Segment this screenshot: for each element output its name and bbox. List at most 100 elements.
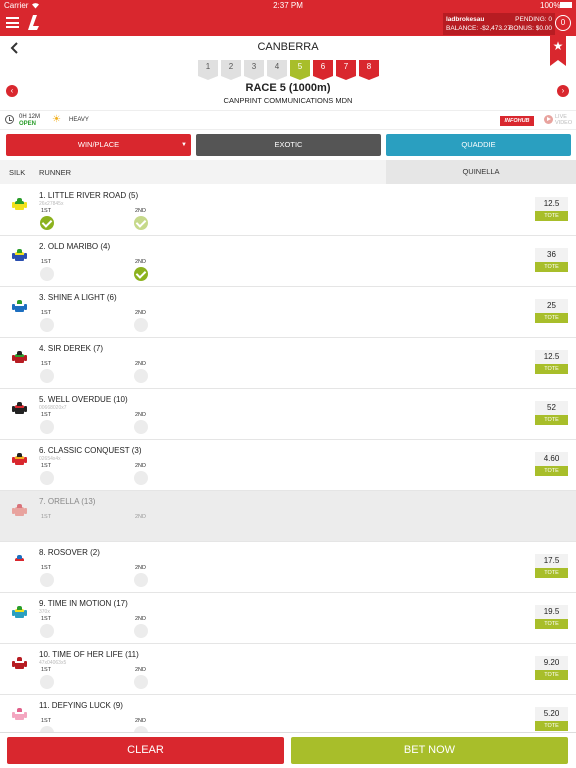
next-race-arrow-icon[interactable]: › (557, 85, 569, 97)
ladbrokes-logo-icon[interactable] (25, 14, 41, 32)
odds-button[interactable]: 19.5 TOTE (535, 605, 568, 630)
second-label: 2ND (135, 412, 147, 418)
odds-value: 12.5 (535, 350, 568, 364)
second-place-checkbox[interactable] (134, 420, 148, 434)
second-place-checkbox[interactable] (134, 267, 148, 281)
runner-row[interactable]: 9. TIME IN MOTION (17) 370x 1ST 2ND 19.5 TOTE (0, 593, 576, 644)
hamburger-menu-icon[interactable] (6, 17, 19, 28)
first-place-checkbox[interactable] (40, 216, 54, 230)
jockey-silk-icon (12, 657, 27, 670)
table-header: SILK RUNNER QUINELLA (0, 160, 576, 184)
odds-button[interactable]: 25 TOTE (535, 299, 568, 324)
second-place-checkbox[interactable] (134, 624, 148, 638)
race-subtitle: CANPRINT COMMUNICATIONS MDN (223, 96, 353, 105)
odds-button[interactable]: 5.20 TOTE (535, 707, 568, 732)
betslip-count-button[interactable]: 0 (555, 15, 571, 31)
odds-button[interactable]: 12.5 TOTE (535, 350, 568, 375)
first-label: 1ST (41, 514, 52, 520)
bet-now-button[interactable]: BET NOW (291, 737, 568, 764)
race-tab-2[interactable]: 2 (221, 60, 241, 80)
win-place-tab[interactable]: WIN/PLACE ▼ (6, 134, 191, 156)
quaddie-tab[interactable]: QUADDIE (386, 134, 571, 156)
tote-label: TOTE (535, 670, 568, 680)
race-tab-3[interactable]: 3 (244, 60, 264, 80)
jockey-silk-icon (12, 453, 27, 466)
race-tab-4[interactable]: 4 (267, 60, 287, 80)
tote-label: TOTE (535, 568, 568, 578)
play-video-icon[interactable] (544, 115, 553, 124)
jockey-silk-icon (12, 708, 27, 721)
odds-value: 25 (535, 299, 568, 313)
first-label: 1ST (41, 361, 52, 367)
runner-name: 7. ORELLA (13) (39, 497, 96, 506)
odds-value: 17.5 (535, 554, 568, 568)
second-place-checkbox[interactable] (134, 522, 148, 536)
dropdown-caret-icon: ▼ (181, 142, 187, 148)
race-tab-6[interactable]: 6 (313, 60, 333, 80)
runner-row[interactable]: 4. SIR DEREK (7) 1ST 2ND 12.5 TOTE (0, 338, 576, 389)
odds-value: 9.20 (535, 656, 568, 670)
odds-value: 52 (535, 401, 568, 415)
status-bar: Carrier 2:37 PM 100% (0, 0, 576, 12)
runner-row[interactable]: 10. TIME OF HER LIFE (11) 47x04063x5 1ST 2N… (0, 644, 576, 695)
race-tab-7[interactable]: 7 (336, 60, 356, 80)
first-label: 1ST (41, 463, 52, 469)
account-username: ladbrokesau (446, 16, 485, 23)
first-place-checkbox[interactable] (40, 471, 54, 485)
tote-label: TOTE (535, 364, 568, 374)
live-video-label[interactable]: LIVE VIDEO (555, 114, 572, 126)
first-place-checkbox[interactable] (40, 267, 54, 281)
first-place-checkbox[interactable] (40, 573, 54, 587)
first-place-checkbox[interactable] (40, 624, 54, 638)
runner-row[interactable]: 6. CLASSIC CONQUEST (3) 02654x4x 1ST 2ND 4.6… (0, 440, 576, 491)
odds-button[interactable]: 52 TOTE (535, 401, 568, 426)
race-tab-5[interactable]: 5 (290, 60, 310, 80)
first-place-checkbox[interactable] (40, 369, 54, 383)
odds-button[interactable]: 4.60 TOTE (535, 452, 568, 477)
battery-label: 100% (540, 1, 561, 10)
second-place-checkbox[interactable] (134, 471, 148, 485)
exotic-tab[interactable]: EXOTIC (196, 134, 381, 156)
tote-label: TOTE (535, 313, 568, 323)
infohub-button[interactable]: INFOHUB (500, 116, 534, 126)
first-place-checkbox[interactable] (40, 522, 54, 536)
odds-button[interactable]: 36 TOTE (535, 248, 568, 273)
race-tab-8[interactable]: 8 (359, 60, 379, 80)
runner-column-header: RUNNER (39, 168, 72, 177)
odds-button[interactable]: 9.20 TOTE (535, 656, 568, 681)
second-place-checkbox[interactable] (134, 216, 148, 230)
back-arrow-icon[interactable] (10, 41, 19, 57)
runner-row[interactable]: 3. SHINE A LIGHT (6) 1ST 2ND 25 TOTE (0, 287, 576, 338)
favourite-star-icon[interactable]: ★ (550, 36, 566, 66)
first-place-checkbox[interactable] (40, 318, 54, 332)
clock-time: 2:37 PM (273, 1, 303, 10)
runner-name: 1. LITTLE RIVER ROAD (5) (39, 191, 139, 200)
runner-form: 00668020x7 (39, 405, 67, 411)
tote-label: TOTE (535, 415, 568, 425)
runner-name: 11. DEFYING LUCK (9) (39, 701, 123, 710)
second-label: 2ND (135, 718, 147, 724)
sun-weather-icon: ☀ (52, 114, 61, 125)
odds-button[interactable]: 17.5 TOTE (535, 554, 568, 579)
runner-row[interactable]: 8. ROSOVER (2) 1ST 2ND 17.5 TOTE (0, 542, 576, 593)
first-place-checkbox[interactable] (40, 675, 54, 689)
runner-name: 8. ROSOVER (2) (39, 548, 100, 557)
second-place-checkbox[interactable] (134, 675, 148, 689)
clear-button[interactable]: CLEAR (7, 737, 284, 764)
race-tab-1[interactable]: 1 (198, 60, 218, 80)
second-place-checkbox[interactable] (134, 369, 148, 383)
first-label: 1ST (41, 667, 52, 673)
odds-button[interactable]: 12.5 TOTE (535, 197, 568, 222)
venue-title: CANBERRA (257, 41, 319, 53)
runner-row[interactable]: 7. ORELLA (13) 1ST 2ND (0, 491, 576, 542)
time-to-start: 0H 12M (19, 114, 41, 120)
second-place-checkbox[interactable] (134, 573, 148, 587)
second-label: 2ND (135, 514, 147, 520)
first-place-checkbox[interactable] (40, 420, 54, 434)
second-place-checkbox[interactable] (134, 318, 148, 332)
runner-name: 4. SIR DEREK (7) (39, 344, 104, 353)
account-summary[interactable]: ladbrokesau PENDING: 0 BALANCE: -$2,473.… (443, 13, 555, 35)
runner-row[interactable]: 1. LITTLE RIVER ROAD (5) 26x27845x 1ST 2ND 1… (0, 185, 576, 236)
runner-row[interactable]: 2. OLD MARIBO (4) 1ST 2ND 36 TOTE (0, 236, 576, 287)
runner-row[interactable]: 5. WELL OVERDUE (10) 00668020x7 1ST 2ND 52 TO… (0, 389, 576, 440)
